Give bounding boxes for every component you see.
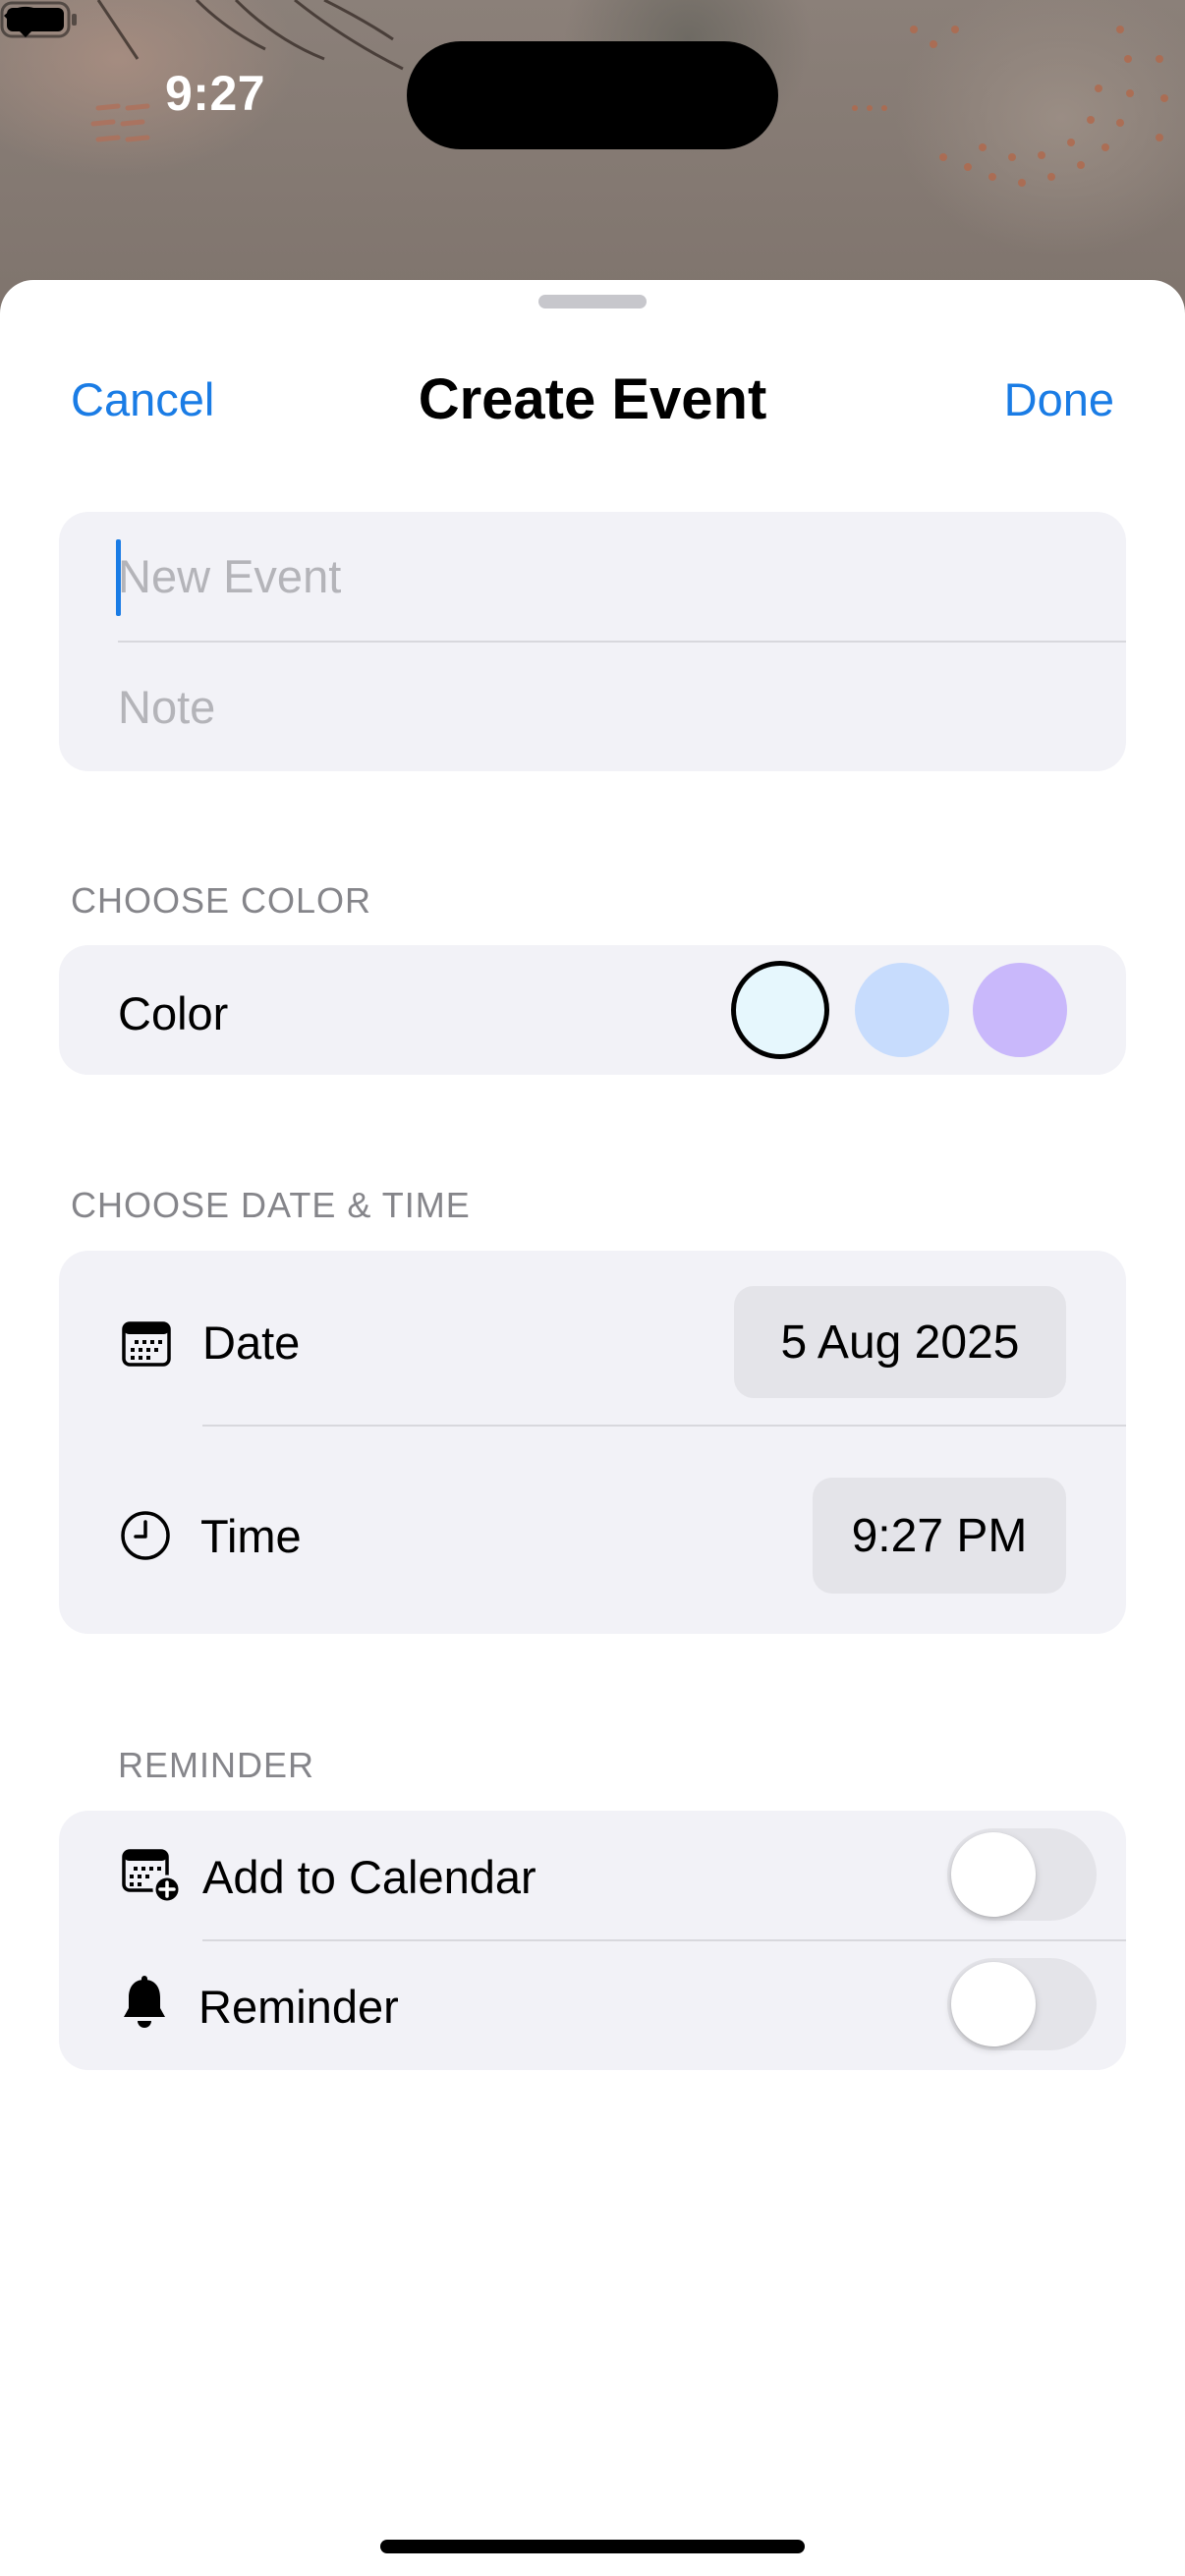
reminder-label: Reminder	[198, 1981, 399, 2033]
dynamic-island	[407, 41, 778, 149]
calendar-add-icon	[122, 1849, 182, 1903]
toggle-knob	[951, 1962, 1036, 2046]
wallpaper-backdrop: 9:27	[0, 0, 1185, 314]
create-event-sheet: Cancel Create Event Done CHOOSE COLOR Co…	[0, 280, 1185, 2576]
clock-icon	[121, 1511, 170, 1560]
color-label: Color	[118, 987, 229, 1039]
event-note-input[interactable]	[118, 643, 1126, 771]
event-title-input[interactable]	[118, 512, 1126, 641]
home-indicator[interactable]	[380, 2540, 805, 2553]
reminder-card: Add to Calendar Reminder	[59, 1811, 1126, 2070]
bell-icon	[124, 1976, 165, 2028]
done-button[interactable]: Done	[1004, 372, 1114, 426]
battery-icon	[0, 1, 77, 38]
color-card: Color	[59, 945, 1126, 1075]
calendar-icon	[122, 1321, 171, 1367]
date-picker-button[interactable]: 5 Aug 2025	[734, 1286, 1066, 1398]
status-time: 9:27	[165, 66, 266, 121]
sheet-grabber[interactable]	[538, 295, 647, 308]
choose-color-header: CHOOSE COLOR	[71, 880, 372, 921]
reminder-toggle[interactable]	[947, 1958, 1097, 2050]
row-divider	[202, 1939, 1126, 1941]
reminder-header: REMINDER	[118, 1745, 315, 1785]
time-label: Time	[200, 1510, 302, 1562]
color-swatch-lavender[interactable]	[973, 963, 1067, 1057]
toggle-knob	[951, 1832, 1036, 1917]
add-to-calendar-label: Add to Calendar	[202, 1851, 536, 1903]
date-label: Date	[202, 1316, 301, 1369]
time-picker-button[interactable]: 9:27 PM	[813, 1478, 1066, 1594]
date-time-card: Date 5 Aug 2025 Time 9:27 PM	[59, 1251, 1126, 1634]
color-swatch-light-cyan[interactable]	[731, 961, 829, 1059]
choose-date-time-header: CHOOSE DATE & TIME	[71, 1185, 471, 1225]
event-details-card	[59, 512, 1126, 771]
row-divider	[202, 1425, 1126, 1427]
add-to-calendar-toggle[interactable]	[947, 1828, 1097, 1921]
color-swatch-light-blue[interactable]	[855, 963, 949, 1057]
